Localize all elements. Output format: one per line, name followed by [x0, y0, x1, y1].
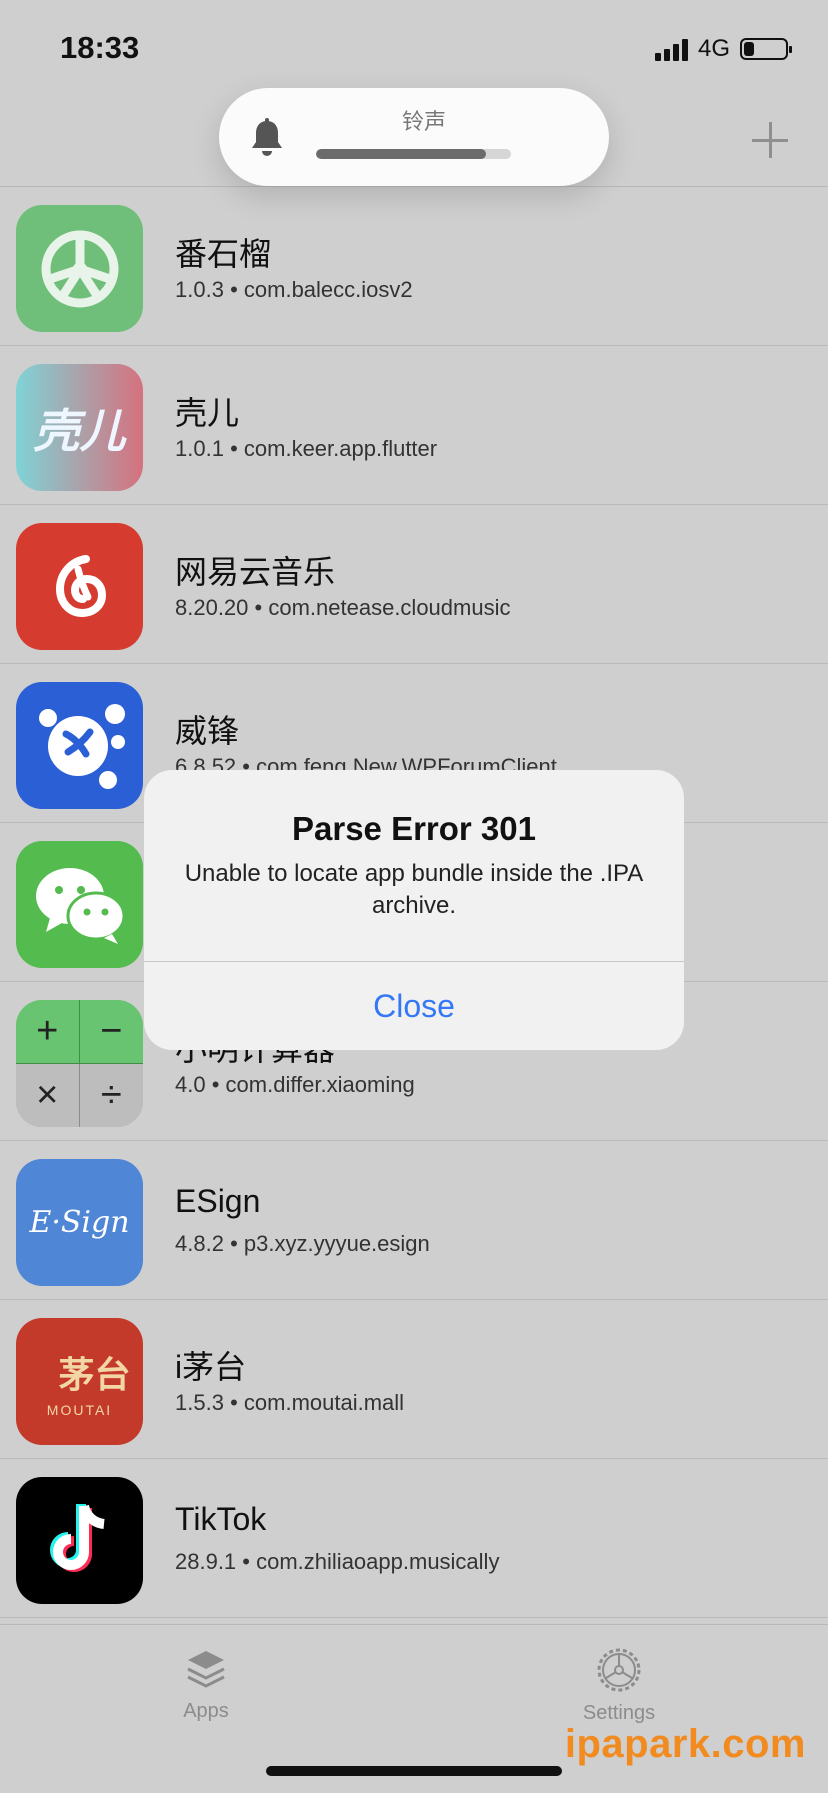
screen: 18:33 4G 铃声 番石榴 1.0.3 • com.balecc.iosv2…: [0, 0, 828, 1793]
error-alert-dialog: Parse Error 301 Unable to locate app bun…: [144, 770, 684, 1050]
close-button[interactable]: Close: [144, 962, 684, 1050]
alert-title: Parse Error 301: [291, 810, 536, 847]
alert-message: Unable to locate app bundle inside the .…: [184, 860, 644, 919]
